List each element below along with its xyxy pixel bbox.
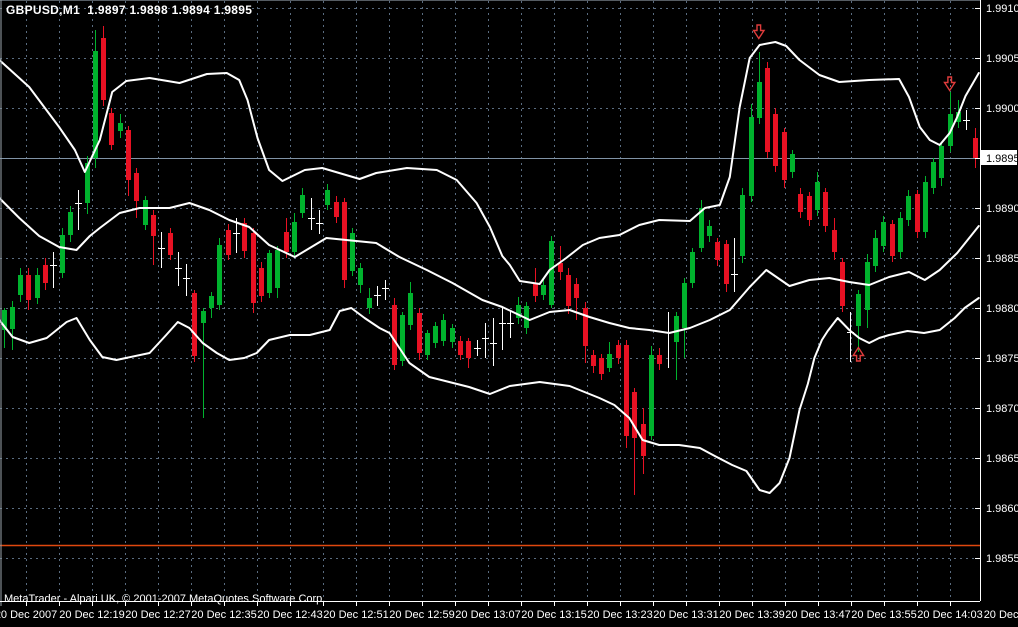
time-axis-label: 20 Dec 12:43 (257, 609, 322, 621)
current-price-tag: 1.9895 (981, 150, 1018, 165)
candle (549, 236, 554, 308)
candle (740, 188, 745, 263)
candle (400, 312, 405, 366)
price-axis-label: 1.9890 (986, 203, 1018, 215)
price-axis-label: 1.9870 (986, 403, 1018, 415)
price-axis-label: 1.9875 (986, 353, 1018, 365)
candle (782, 128, 787, 188)
time-axis-label: 20 Dec 13:39 (719, 609, 784, 621)
time-axis-label: 20 Dec 2007 (0, 609, 57, 621)
chart-title-quote: GBPUSD,M1 1.9897 1.9898 1.9894 1.9895 (6, 3, 253, 17)
candle (267, 250, 272, 298)
time-axis-label: 20 Dec 12:27 (125, 609, 190, 621)
candle (915, 190, 920, 238)
candle (890, 220, 895, 262)
candle (217, 238, 222, 310)
time-axis-label: 20 Dec 14:03 (917, 609, 982, 621)
candle (60, 228, 65, 278)
candle (765, 62, 770, 158)
candle (259, 262, 264, 302)
mt4-chart-window: GBPUSD,M1 1.9897 1.9898 1.9894 1.9895 1.… (0, 0, 1018, 627)
svg-text:1.9895: 1.9895 (986, 153, 1018, 165)
candle (417, 308, 422, 360)
candle (392, 298, 397, 370)
candle (923, 176, 928, 238)
chart-background (0, 0, 1018, 627)
time-axis-label: 20 Dec 13:31 (653, 609, 718, 621)
time-axis-label: 20 Dec 13:55 (851, 609, 916, 621)
candle (773, 108, 778, 172)
price-axis[interactable]: 1.9910 1.9905 1.9900 1.9890 1.9885 1.9880 1.98… (975, 0, 1018, 627)
candle (649, 346, 654, 440)
candle (251, 228, 256, 313)
candle (690, 248, 695, 288)
candlestick-chart[interactable]: 1.9910 1.9905 1.9900 1.9890 1.9885 1.9880 1.98… (0, 0, 1018, 627)
candle (749, 104, 754, 202)
time-axis-label: 20 Dec 12:35 (191, 609, 256, 621)
price-axis-label: 1.9855 (986, 553, 1018, 565)
candle (823, 188, 828, 232)
price-axis-label: 1.9880 (986, 303, 1018, 315)
price-axis-label: 1.9860 (986, 503, 1018, 515)
time-axis-label: 20 Dec 13:15 (521, 609, 586, 621)
candle (192, 290, 197, 362)
candle (109, 108, 114, 150)
copyright-status: MetaTrader - Alpari UK, © 2001-2007 Meta… (4, 593, 326, 605)
candle (840, 258, 845, 312)
candle (342, 198, 347, 288)
candle (898, 212, 903, 258)
time-axis-label: 20 Dec 13:07 (455, 609, 520, 621)
candle (101, 26, 106, 106)
time-axis-label: 20 Dec 12:19 (59, 609, 124, 621)
time-axis-label: 20 Dec 12:51 (323, 609, 388, 621)
time-axis-label: 20 Dec 12:59 (389, 609, 454, 621)
price-axis-label: 1.9900 (986, 103, 1018, 115)
price-axis-label: 1.9865 (986, 453, 1018, 465)
candle (350, 228, 355, 276)
time-axis-label: 20 Dec 13:23 (587, 609, 652, 621)
price-axis-label: 1.9885 (986, 253, 1018, 265)
price-axis-label: 1.9905 (986, 53, 1018, 65)
time-axis-label: 20 Dec 13:47 (785, 609, 850, 621)
price-axis-label: 1.9910 (986, 3, 1018, 15)
candle (143, 196, 148, 230)
candle (624, 340, 629, 448)
time-axis-label: 20 Dec 14:11 (984, 609, 1018, 621)
